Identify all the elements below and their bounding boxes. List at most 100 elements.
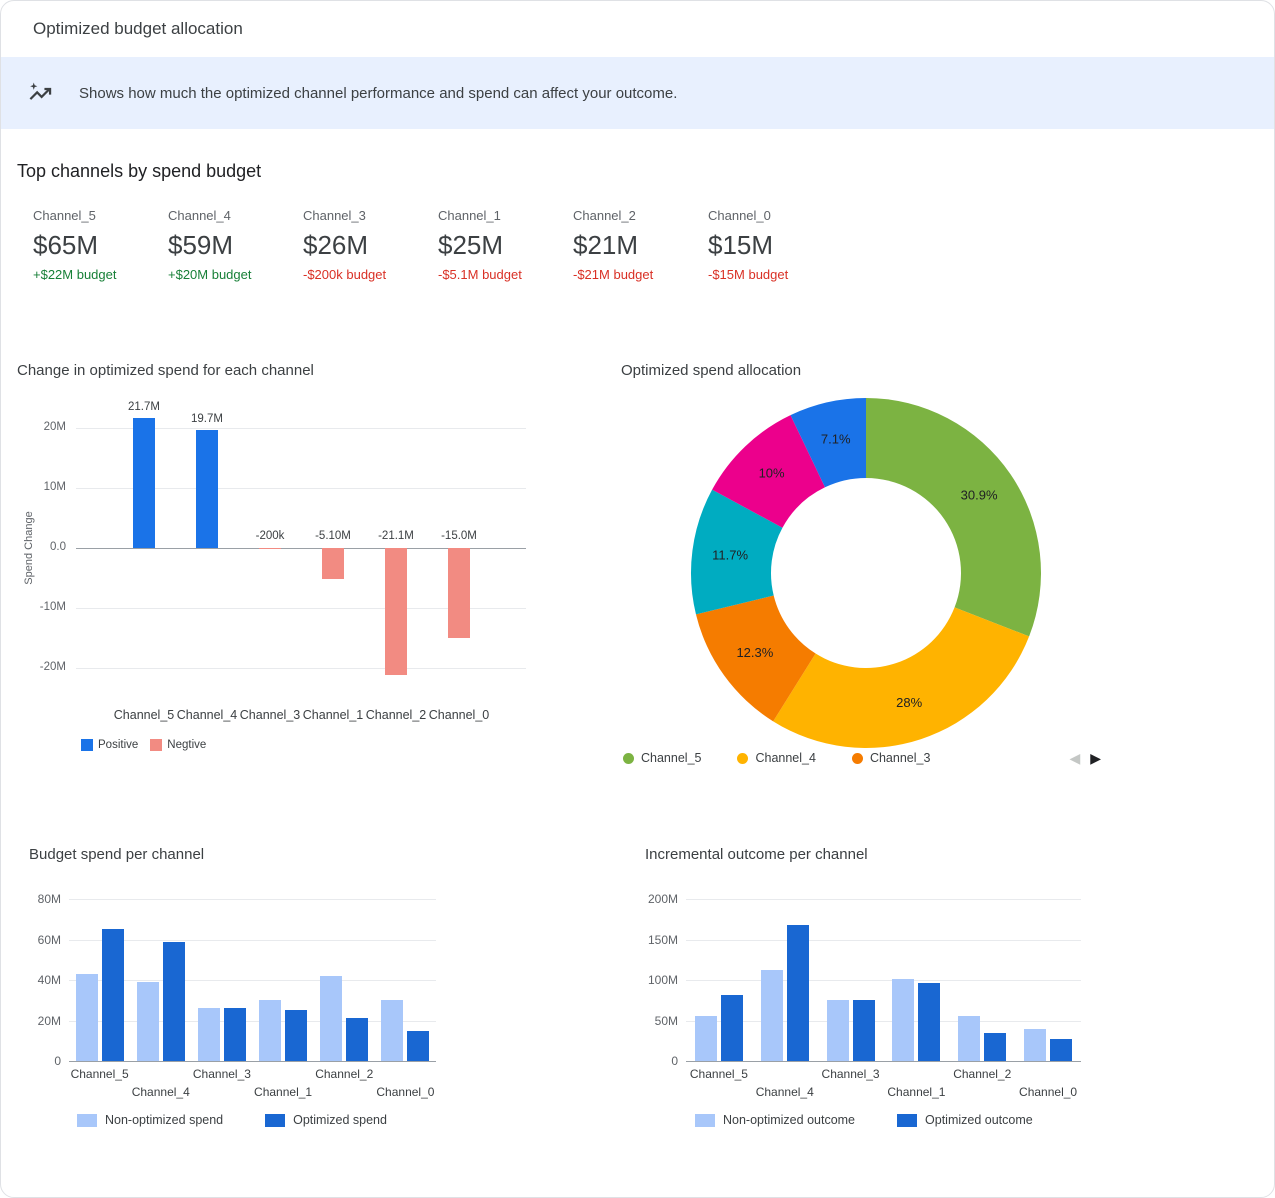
legend-label: Channel_4 xyxy=(755,751,815,765)
y-tick-label: 0 xyxy=(634,1054,678,1068)
page-title: Optimized budget allocation xyxy=(33,19,243,39)
bar-value-label: -5.10M xyxy=(298,530,368,542)
legend-swatch xyxy=(695,1114,715,1127)
optimized-bar-Channel_1 xyxy=(918,983,940,1061)
optimized-bar-Channel_4 xyxy=(163,942,185,1061)
channel-spend-value: $15M xyxy=(708,230,843,261)
gridline xyxy=(69,899,436,900)
legend-item-Channel_4: Channel_4 xyxy=(737,751,815,765)
channel-spend-value: $21M xyxy=(573,230,708,261)
spend-change-bar-Channel_2 xyxy=(385,548,407,675)
x-axis-label: Channel_2 xyxy=(947,1067,1017,1081)
channel-name: Channel_3 xyxy=(303,208,438,223)
channel-budget-delta: -$15M budget xyxy=(708,267,843,282)
channel-card: Channel_0 $15M -$15M budget xyxy=(708,208,843,282)
x-axis-label: Channel_5 xyxy=(111,708,177,722)
gridline xyxy=(686,980,1081,981)
channel-budget-delta: +$22M budget xyxy=(33,267,168,282)
channel-name: Channel_4 xyxy=(168,208,303,223)
spend-change-bar-Channel_1 xyxy=(322,548,344,579)
budget-spend-legend: Non-optimized spend Optimized spend xyxy=(77,1113,387,1127)
optimized-bar-Channel_2 xyxy=(984,1033,1006,1061)
y-tick-label: 20M xyxy=(14,421,66,433)
optimized-bar-Channel_5 xyxy=(102,929,124,1061)
bar-value-label: 19.7M xyxy=(172,413,242,425)
channel-budget-delta: -$21M budget xyxy=(573,267,708,282)
x-axis-label: Channel_3 xyxy=(187,1067,257,1081)
pager-next-icon[interactable]: ▶ xyxy=(1090,751,1101,765)
info-banner: Shows how much the optimized channel per… xyxy=(1,57,1274,129)
budget-spend-bar-chart: 020M40M60M80MChannel_5Channel_4Channel_3… xyxy=(69,899,436,1061)
channel-name: Channel_1 xyxy=(438,208,573,223)
non-optimized-bar-Channel_0 xyxy=(1024,1029,1046,1061)
legend-label: Positive xyxy=(98,739,138,751)
donut-legend: Channel_5 Channel_4 Channel_3 xyxy=(623,751,930,765)
channel-budget-delta: -$200k budget xyxy=(303,267,438,282)
legend-label: Non-optimized spend xyxy=(105,1113,223,1127)
donut-slice-percent-label: 12.3% xyxy=(736,645,773,660)
x-axis-label: Channel_1 xyxy=(300,708,366,722)
spend-allocation-donut-chart: 30.9%28%12.3%11.7%10%7.1% xyxy=(686,393,1046,753)
gridline xyxy=(686,899,1081,900)
y-tick-label: 10M xyxy=(14,481,66,493)
legend-item: Non-optimized outcome xyxy=(695,1113,855,1127)
donut-slice-percent-label: 28% xyxy=(896,695,922,710)
y-tick-label: -20M xyxy=(14,661,66,673)
x-axis-label: Channel_2 xyxy=(309,1067,379,1081)
y-tick-label: 40M xyxy=(17,973,61,987)
x-axis-label: Channel_4 xyxy=(750,1085,820,1099)
banner-text: Shows how much the optimized channel per… xyxy=(79,85,677,102)
y-tick-label: 200M xyxy=(634,892,678,906)
gridline xyxy=(686,1061,1081,1062)
incremental-outcome-bar-chart: 050M100M150M200MChannel_5Channel_4Channe… xyxy=(686,899,1081,1061)
x-axis-label: Channel_5 xyxy=(684,1067,754,1081)
non-optimized-bar-Channel_4 xyxy=(761,970,783,1061)
chart-title-budget-spend: Budget spend per channel xyxy=(29,846,204,863)
y-tick-label: 80M xyxy=(17,892,61,906)
channel-card: Channel_2$21M-$21M budget xyxy=(573,208,708,282)
optimized-bar-Channel_3 xyxy=(224,1008,246,1061)
legend-swatch xyxy=(77,1114,97,1127)
x-axis-label: Channel_0 xyxy=(370,1085,440,1099)
spend-change-legend: Positive Negtive xyxy=(81,739,206,751)
legend-item-Channel_5: Channel_5 xyxy=(623,751,701,765)
x-axis-label: Channel_0 xyxy=(426,708,492,722)
pager-prev-icon[interactable]: ◀ xyxy=(1069,751,1080,765)
non-optimized-bar-Channel_3 xyxy=(827,1000,849,1061)
optimized-bar-Channel_2 xyxy=(346,1018,368,1061)
legend-item: Positive xyxy=(81,739,138,751)
spend-change-bar-Channel_0 xyxy=(448,548,470,638)
legend-label: Negtive xyxy=(167,739,206,751)
channel-spend-value: $65M xyxy=(33,230,168,261)
non-optimized-bar-Channel_5 xyxy=(76,974,98,1061)
optimized-bar-Channel_0 xyxy=(1050,1039,1072,1061)
bar-value-label: -200k xyxy=(235,530,305,542)
channel-name: Channel_0 xyxy=(708,208,843,223)
legend-dot xyxy=(737,753,748,764)
chart-title-incremental-outcome: Incremental outcome per channel xyxy=(645,846,868,863)
y-tick-label: 60M xyxy=(17,933,61,947)
gridline xyxy=(686,1021,1081,1022)
gridline xyxy=(69,980,436,981)
donut-slice-Channel_4 xyxy=(773,607,1029,748)
x-axis-label: Channel_3 xyxy=(816,1067,886,1081)
bar-value-label: -21.1M xyxy=(361,530,431,542)
legend-item-Channel_3: Channel_3 xyxy=(852,751,930,765)
insights-icon xyxy=(27,80,54,107)
top-channels-heading: Top channels by spend budget xyxy=(17,161,261,182)
legend-label: Channel_5 xyxy=(641,751,701,765)
x-axis-label: Channel_3 xyxy=(237,708,303,722)
chart-title-spend-change: Change in optimized spend for each chann… xyxy=(17,362,314,379)
non-optimized-bar-Channel_1 xyxy=(892,979,914,1061)
spend-change-bar-chart: Spend Change 20M10M0.0-10M-20M21.7MChann… xyxy=(76,398,526,698)
optimized-bar-Channel_1 xyxy=(285,1010,307,1061)
channel-spend-value: $25M xyxy=(438,230,573,261)
y-tick-label: 50M xyxy=(634,1014,678,1028)
channel-card: Channel_5$65M+$22M budget xyxy=(33,208,168,282)
optimized-budget-report: Optimized budget allocation Shows how mu… xyxy=(0,0,1275,1198)
legend-item: Optimized spend xyxy=(265,1113,387,1127)
legend-label: Optimized outcome xyxy=(925,1113,1033,1127)
non-optimized-bar-Channel_1 xyxy=(259,1000,281,1061)
donut-slice-Channel_5 xyxy=(866,398,1041,636)
gridline xyxy=(69,1061,436,1062)
